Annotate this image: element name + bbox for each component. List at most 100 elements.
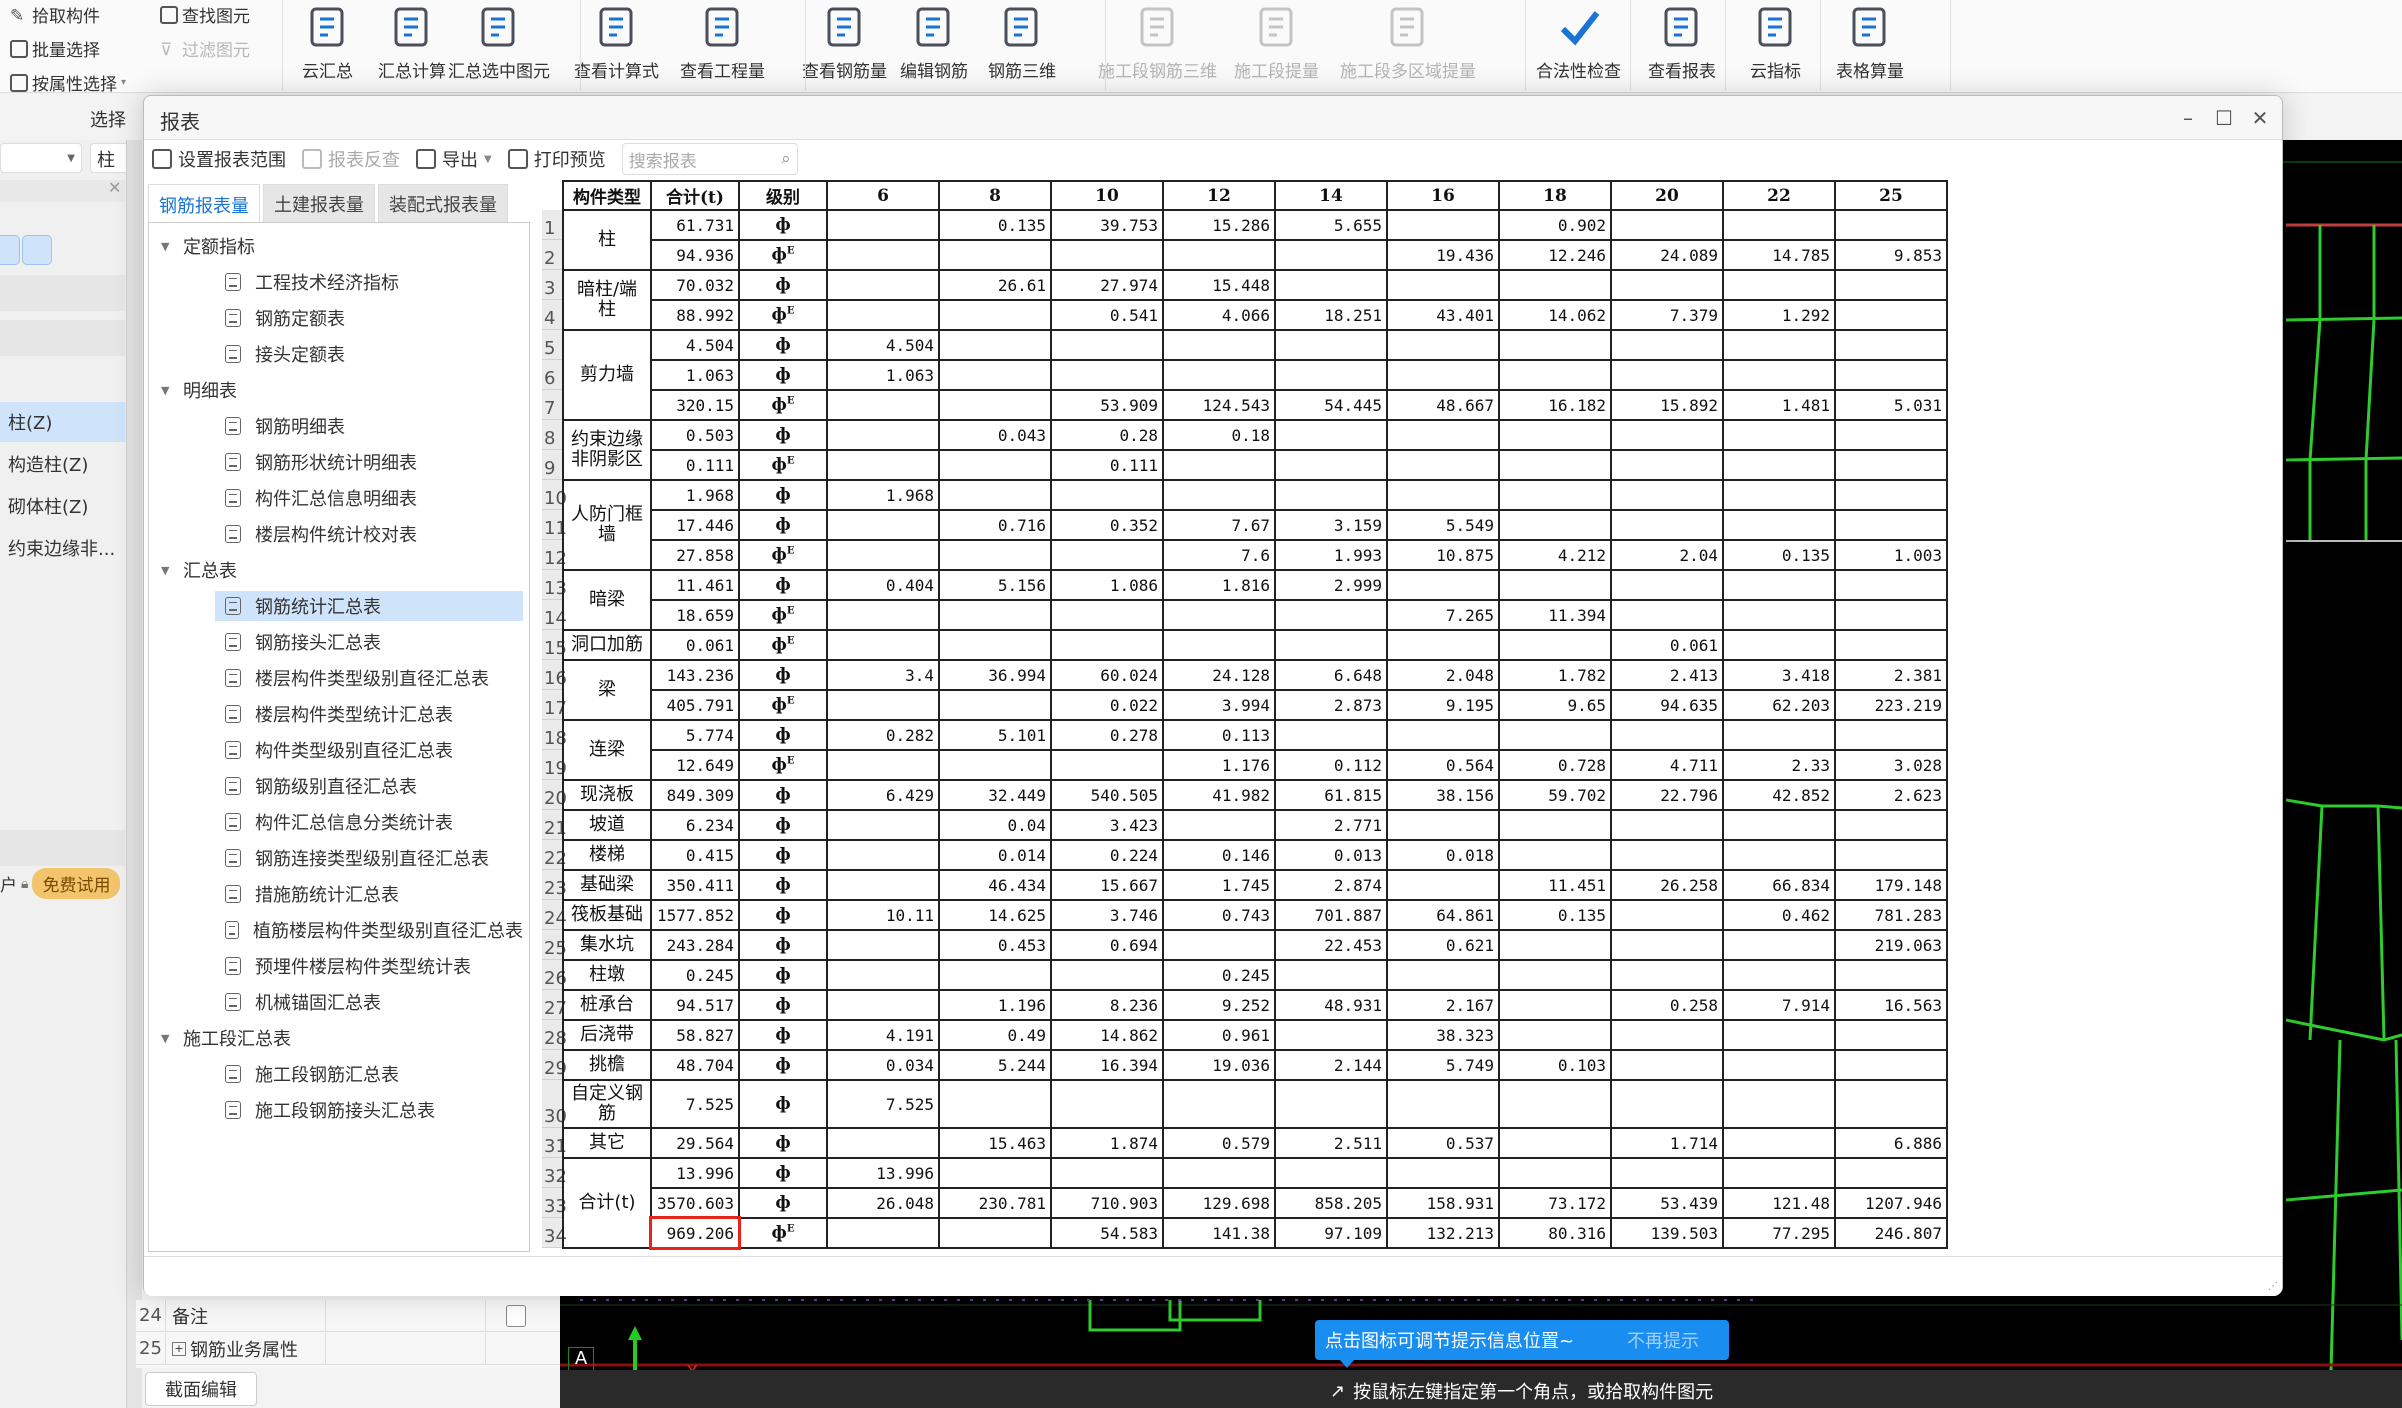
tree-group[interactable]: ▼ 汇总表	[161, 555, 237, 585]
component-type-cell: 剪力墙	[562, 329, 652, 421]
set-report-range-button[interactable]: 设置报表范围	[152, 146, 286, 172]
tree-item[interactable]: 钢筋定额表	[215, 303, 523, 333]
tab-prefab-report[interactable]: 装配式报表量	[378, 184, 508, 222]
tree-item[interactable]: 构件汇总信息分类统计表	[215, 807, 523, 837]
floor-combo[interactable]: ▼	[0, 143, 82, 173]
close-icon[interactable]: ✕	[108, 178, 121, 197]
component-item-constructional-column[interactable]: 构造柱(Z)	[0, 444, 125, 484]
maximize-button[interactable]: ☐	[2210, 104, 2238, 132]
dialog-title-bar[interactable]: 报表 – ☐ ✕	[144, 96, 2282, 140]
collapse-triangle-icon[interactable]: ▼	[161, 564, 183, 577]
component-combo[interactable]: 柱	[90, 143, 130, 173]
section-edit-button[interactable]: 截面编辑	[145, 1372, 257, 1406]
list-view-icon[interactable]	[0, 235, 20, 265]
diameter-value-cell: 219.063	[1834, 929, 1948, 961]
close-button[interactable]: ✕	[2246, 104, 2274, 132]
panel-splitter[interactable]	[126, 140, 142, 1408]
cloud-sum-button[interactable]: 云汇总	[302, 0, 353, 82]
component-list-header	[0, 180, 125, 202]
detail-view-icon[interactable]	[22, 235, 52, 265]
tab-civil-report[interactable]: 土建报表量	[263, 184, 375, 222]
export-button[interactable]: 导出 ▼	[416, 146, 492, 172]
tree-item[interactable]: 措施筋统计汇总表	[215, 879, 523, 909]
select-by-attribute-button[interactable]: 按属性选择 ▾	[10, 70, 126, 95]
resize-grip-icon[interactable]: ⋰	[2268, 1281, 2278, 1292]
diameter-value-cell	[1498, 1079, 1612, 1129]
total-cell: 29.564	[650, 1127, 740, 1159]
diameter-value-cell	[826, 839, 940, 871]
diameter-value-cell	[826, 389, 940, 421]
tree-group[interactable]: ▼ 明细表	[161, 375, 237, 405]
batch-select-button[interactable]: 批量选择	[10, 36, 100, 61]
tree-item[interactable]: 构件汇总信息明细表	[215, 483, 523, 513]
check-button[interactable]: 合法性检查	[1536, 0, 1621, 82]
report-reverse-check-button[interactable]: 报表反查	[302, 146, 400, 172]
component-item-masonry-column[interactable]: 砌体柱(Z)	[0, 486, 125, 526]
diameter-value-cell	[1834, 599, 1948, 631]
diameter-value-cell	[1162, 809, 1276, 841]
tree-item[interactable]: 钢筋接头汇总表	[215, 627, 523, 657]
tree-item[interactable]: 构件类型级别直径汇总表	[215, 735, 523, 765]
tree-item[interactable]: 植筋楼层构件类型级别直径汇总表	[215, 915, 523, 945]
stage-quantity-button[interactable]: 施工段提量	[1234, 0, 1319, 82]
row-number: 14	[542, 600, 567, 630]
tree-item[interactable]: 钢筋连接类型级别直径汇总表	[215, 843, 523, 873]
diameter-value-cell: 59.702	[1498, 779, 1612, 811]
edit-rebar-button[interactable]: 编辑钢筋	[900, 0, 968, 82]
component-item-boundary[interactable]: 约束边缘非...	[0, 528, 125, 568]
tree-item[interactable]: 机械锚固汇总表	[215, 987, 523, 1017]
view-report-button[interactable]: 查看报表	[1648, 0, 1716, 82]
collapse-triangle-icon[interactable]: ▼	[161, 1032, 183, 1045]
table-row: 969.206 фE 54.583 141.38 97.109 132.213 80.316…	[563, 1216, 1948, 1250]
sum-calc-button[interactable]: 汇总计算	[378, 0, 446, 82]
collapse-triangle-icon[interactable]: ▼	[161, 384, 183, 397]
tree-item[interactable]: 工程技术经济指标	[215, 267, 523, 297]
sum-selected-button[interactable]: 汇总选中图元	[448, 0, 550, 82]
filter-element-button[interactable]: ⊽ 过滤图元	[160, 36, 250, 62]
tab-rebar-report[interactable]: 钢筋报表量	[148, 184, 260, 224]
diameter-value-cell	[826, 269, 940, 301]
expand-icon[interactable]: +	[172, 1341, 186, 1356]
grade-cell: ф	[738, 419, 828, 451]
print-preview-button[interactable]: 打印预览	[507, 146, 606, 172]
tree-item[interactable]: 钢筋统计汇总表	[215, 591, 523, 621]
tree-item[interactable]: 钢筋级别直径汇总表	[215, 771, 523, 801]
hint-tooltip[interactable]: 点击图标可调节提示信息位置~ 不再提示	[1315, 1320, 1729, 1368]
tree-group[interactable]: ▼ 定额指标	[161, 231, 255, 261]
diameter-value-cell: 0.013	[1274, 839, 1388, 871]
tree-item[interactable]: 钢筋形状统计明细表	[215, 447, 523, 477]
stage-rebar-3d-button[interactable]: 施工段钢筋三维	[1098, 0, 1217, 82]
component-item-column[interactable]: 柱(Z)	[0, 402, 125, 442]
tree-item[interactable]: 楼层构件类型统计汇总表	[215, 699, 523, 729]
dont-show-again-link[interactable]: 不再提示	[1627, 1327, 1699, 1353]
diameter-value-cell	[1050, 629, 1164, 661]
cloud-index-button[interactable]: 云指标	[1750, 0, 1801, 82]
property-value[interactable]	[326, 1300, 486, 1331]
rebar-3d-button[interactable]: 钢筋三维	[988, 0, 1056, 82]
property-value[interactable]	[326, 1333, 486, 1364]
tree-group[interactable]: ▼ 施工段汇总表	[161, 1023, 291, 1053]
view-formula-button[interactable]: 查看计算式	[574, 0, 659, 82]
table-calc-button[interactable]: 表格算量	[1836, 0, 1904, 82]
pick-element-button[interactable]: ✎ 拾取构件	[10, 2, 100, 28]
tree-item[interactable]: 楼层构件统计校对表	[215, 519, 523, 549]
view-formula-icon	[595, 5, 639, 51]
component-type-cell: 合计(t)	[562, 1157, 652, 1249]
diameter-value-cell: 0.728	[1498, 749, 1612, 781]
find-element-button[interactable]: 查找图元	[160, 2, 250, 27]
tree-item[interactable]: 预埋件楼层构件类型统计表	[215, 951, 523, 981]
tree-item[interactable]: 接头定额表	[215, 339, 523, 369]
minimize-button[interactable]: –	[2174, 104, 2202, 132]
tree-item[interactable]: 施工段钢筋接头汇总表	[215, 1095, 523, 1125]
view-quantity-button[interactable]: 查看工程量	[680, 0, 765, 82]
tree-item[interactable]: 楼层构件类型级别直径汇总表	[215, 663, 523, 693]
tree-item[interactable]: 钢筋明细表	[215, 411, 523, 441]
view-rebar-button[interactable]: 查看钢筋量	[802, 0, 887, 82]
tree-item[interactable]: 施工段钢筋汇总表	[215, 1059, 523, 1089]
property-checkbox[interactable]	[506, 1304, 526, 1327]
collapse-triangle-icon[interactable]: ▼	[161, 240, 183, 253]
row-number: 15	[542, 630, 567, 660]
free-trial-badge[interactable]: 免费试用	[32, 868, 121, 899]
search-report-input[interactable]: 搜索报表 ⌕	[621, 143, 798, 175]
stage-multi-area-button[interactable]: 施工段多区域提量	[1340, 0, 1476, 82]
